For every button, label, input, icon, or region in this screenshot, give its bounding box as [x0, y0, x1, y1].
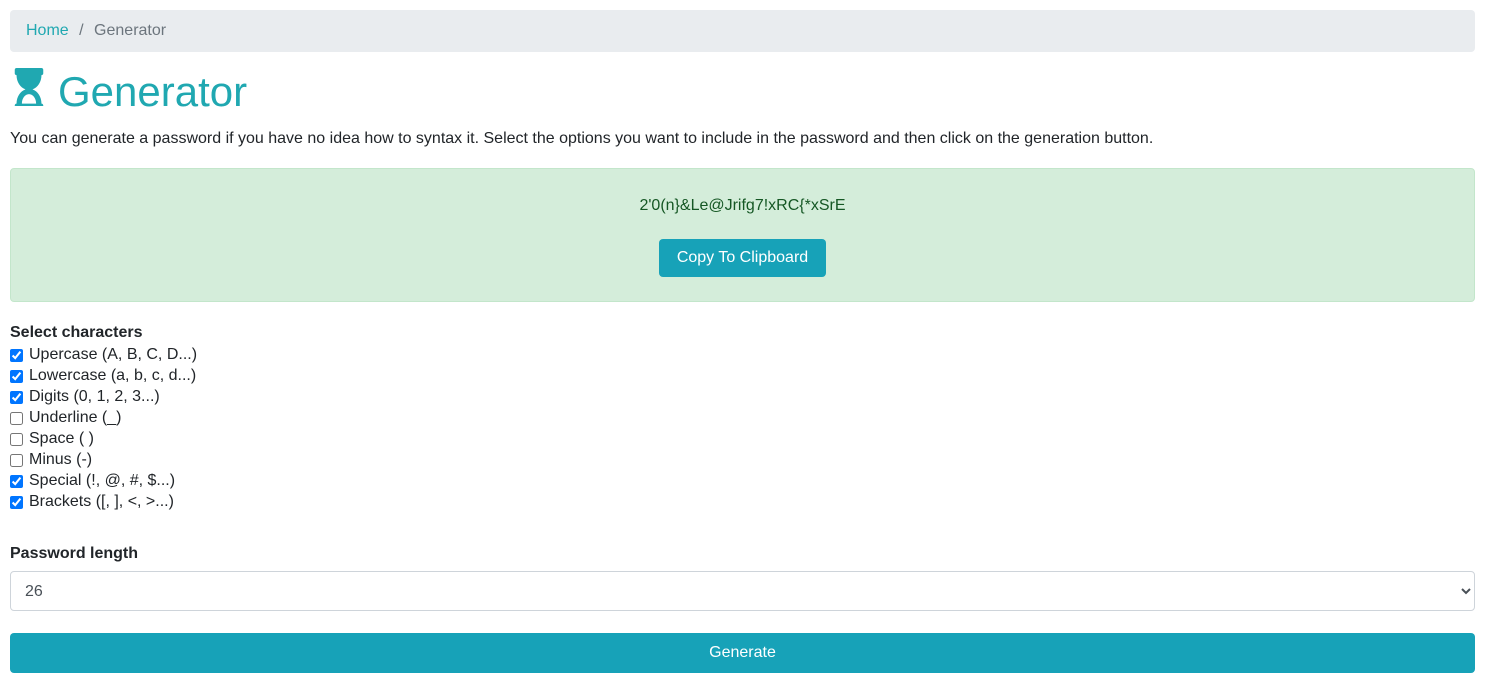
result-panel: 2'0(n}&Le@Jrifg7!xRC{*xSrE Copy To Clipb… [10, 168, 1475, 302]
checkbox-digits[interactable] [10, 391, 23, 404]
checkbox-row-minus: Minus (-) [10, 451, 1475, 469]
breadcrumb-current: Generator [94, 22, 166, 39]
checkbox-label-special: Special (!, @, #, $...) [29, 472, 175, 490]
generated-password: 2'0(n}&Le@Jrifg7!xRC{*xSrE [27, 197, 1458, 215]
page-title: Generator [10, 68, 1475, 116]
password-length-label: Password length [10, 545, 1475, 563]
checkbox-row-digits: Digits (0, 1, 2, 3...) [10, 388, 1475, 406]
checkbox-row-lowercase: Lowercase (a, b, c, d...) [10, 367, 1475, 385]
copy-to-clipboard-button[interactable]: Copy To Clipboard [659, 239, 826, 277]
checkbox-label-digits: Digits (0, 1, 2, 3...) [29, 388, 160, 406]
checkbox-lowercase[interactable] [10, 370, 23, 383]
intro-text: You can generate a password if you have … [10, 130, 1475, 148]
checkbox-special[interactable] [10, 475, 23, 488]
checkbox-label-underline: Underline (_) [29, 409, 121, 427]
checkbox-underline[interactable] [10, 412, 23, 425]
checkbox-row-special: Special (!, @, #, $...) [10, 472, 1475, 490]
generate-button[interactable]: Generate [10, 633, 1475, 673]
checkbox-row-underline: Underline (_) [10, 409, 1475, 427]
checkbox-label-uppercase: Upercase (A, B, C, D...) [29, 346, 197, 364]
checkbox-row-uppercase: Upercase (A, B, C, D...) [10, 346, 1475, 364]
checkbox-label-lowercase: Lowercase (a, b, c, d...) [29, 367, 196, 385]
checkbox-minus[interactable] [10, 454, 23, 467]
checkbox-row-space: Space ( ) [10, 430, 1475, 448]
checkbox-space[interactable] [10, 433, 23, 446]
password-length-select[interactable]: 26 [10, 571, 1475, 611]
hourglass-icon [10, 68, 58, 116]
page-title-text: Generator [58, 68, 247, 116]
checkbox-label-space: Space ( ) [29, 430, 94, 448]
checkbox-row-brackets: Brackets ([, ], <, >...) [10, 493, 1475, 511]
breadcrumb-separator: / [73, 22, 89, 39]
select-characters-label: Select characters [10, 324, 1475, 342]
checkbox-brackets[interactable] [10, 496, 23, 509]
checkbox-uppercase[interactable] [10, 349, 23, 362]
breadcrumb-home-link[interactable]: Home [26, 22, 69, 39]
breadcrumb: Home / Generator [10, 10, 1475, 52]
checkbox-label-minus: Minus (-) [29, 451, 92, 469]
checkbox-label-brackets: Brackets ([, ], <, >...) [29, 493, 174, 511]
